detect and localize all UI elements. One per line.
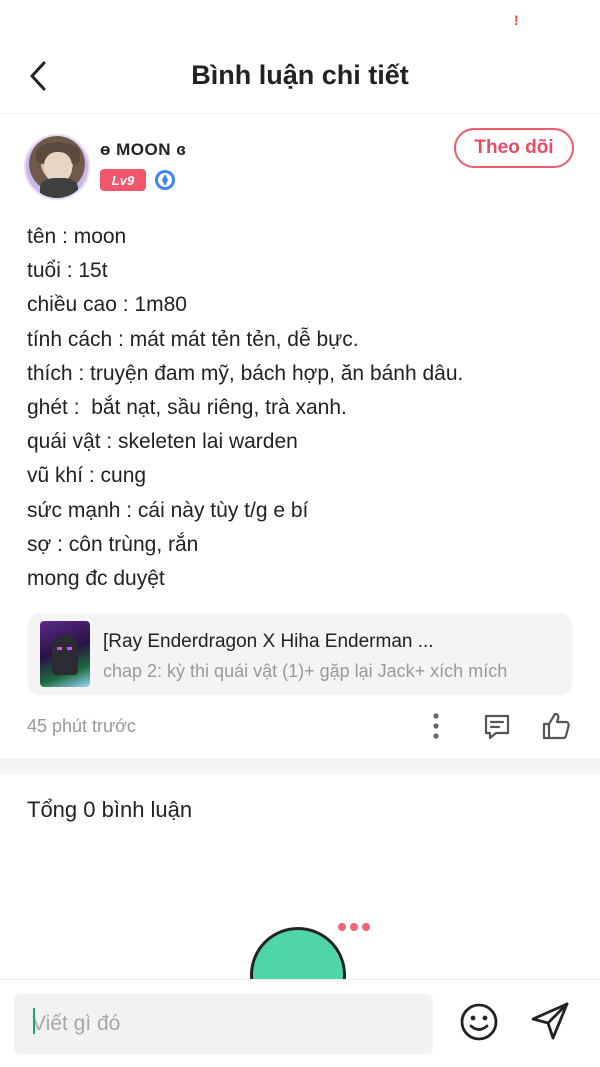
shield-badge-icon <box>155 170 175 190</box>
comment-input[interactable] <box>14 994 433 1054</box>
post-meta: 45 phút trước <box>0 704 600 750</box>
more-vertical-icon[interactable] <box>424 710 448 742</box>
content-line: mong đc duyệt <box>27 567 165 591</box>
text-caret <box>33 1008 35 1034</box>
avatar[interactable] <box>24 134 90 200</box>
send-icon[interactable] <box>529 1000 571 1042</box>
content-line: sợ : côn trùng, rắn <box>27 532 199 556</box>
thumbs-up-icon[interactable] <box>540 710 572 742</box>
post-content: tên : moon tuổi : 15t chiều cao : 1m80 t… <box>27 220 577 596</box>
status-alert: ! <box>514 12 519 28</box>
status-bar: ! <box>0 0 600 40</box>
comment-icon[interactable] <box>482 712 512 742</box>
story-cover-image <box>40 621 90 687</box>
content-line: tuổi : 15t <box>27 259 108 283</box>
content-line: tính cách : mát mát tẻn tẻn, dễ bực. <box>27 327 359 351</box>
empty-state-mascot <box>246 915 386 980</box>
content-line: ghét : bắt nạt, sầu riêng, trà xanh. <box>27 396 347 420</box>
timestamp: 45 phút trước <box>27 716 136 736</box>
author-name[interactable]: ɵ MOON ɞ <box>100 140 186 160</box>
follow-button[interactable]: Theo dõi <box>454 128 574 168</box>
linked-story-card[interactable]: [Ray Enderdragon X Hiha Enderman ... cha… <box>27 613 573 695</box>
header: Bình luận chi tiết <box>0 40 600 114</box>
content-line: quái vật : skeleten lai warden <box>27 430 298 454</box>
level-badge: Lv9 <box>100 169 146 191</box>
page-title: Bình luận chi tiết <box>191 60 409 90</box>
content-line: vũ khí : cung <box>27 464 147 488</box>
emoji-icon[interactable] <box>459 1002 499 1042</box>
content-line: chiều cao : 1m80 <box>27 293 187 317</box>
ellipsis-icon <box>338 923 370 931</box>
comment-composer <box>0 979 600 1067</box>
section-divider <box>0 758 600 774</box>
mascot-head <box>250 927 346 980</box>
story-chapter: chap 2: kỳ thi quái vật (1)+ gặp lại Jac… <box>103 661 508 681</box>
content-line: sức mạnh : cái này tùy t/g e bí <box>27 498 309 522</box>
content-line: tên : moon <box>27 225 127 248</box>
content-line: thích : truyện đam mỹ, bách hợp, ăn bánh… <box>27 361 464 385</box>
story-title: [Ray Enderdragon X Hiha Enderman ... <box>103 631 434 652</box>
comment-count: Tổng 0 bình luận <box>27 797 193 822</box>
